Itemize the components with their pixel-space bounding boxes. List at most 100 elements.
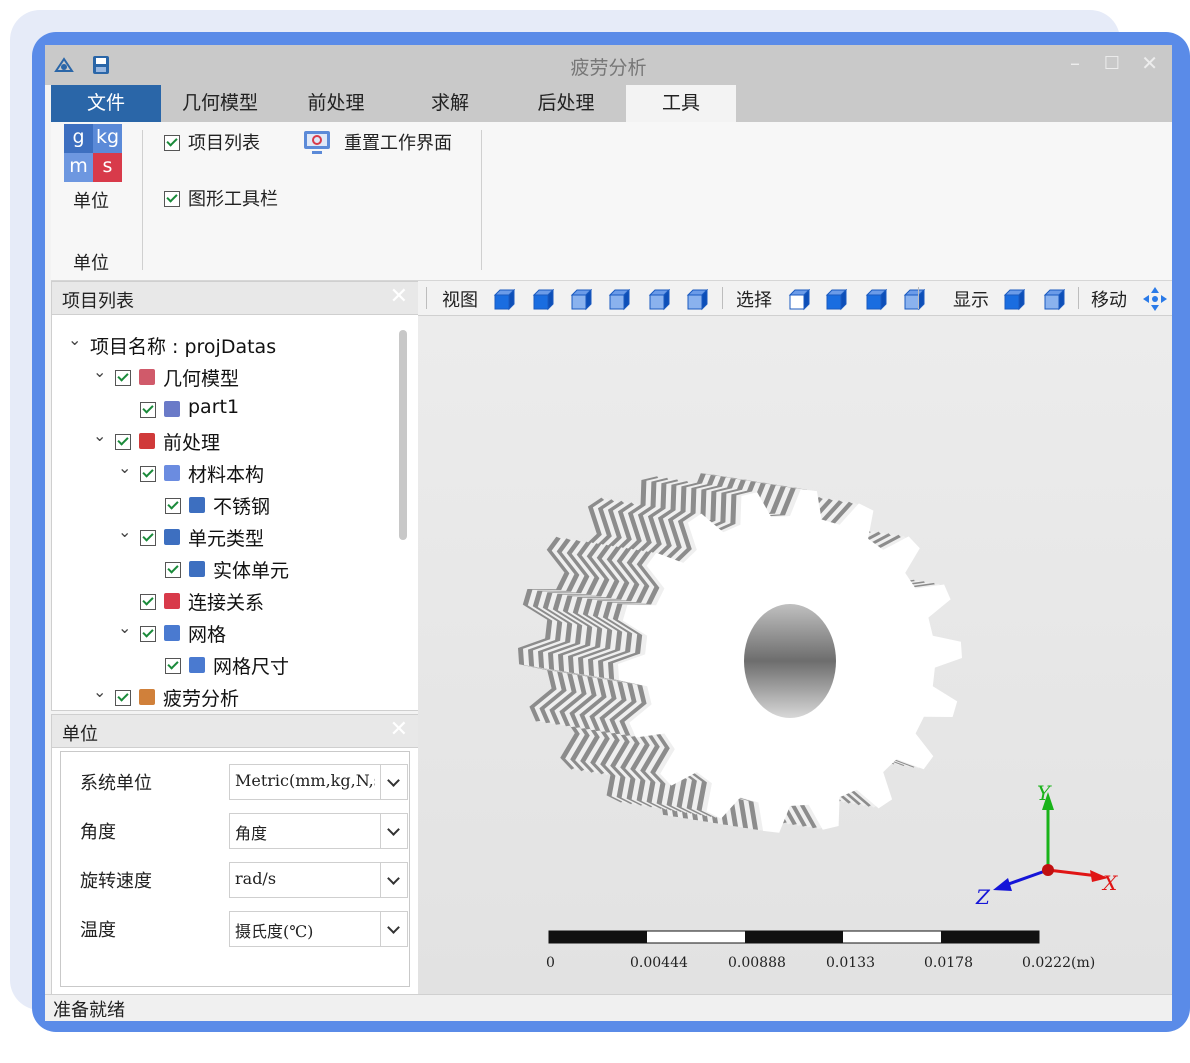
viewport-canvas: Y X Z 0 0.00444 0.00888 0.0133 0.0178 0.… bbox=[518, 473, 1118, 971]
tree-item[interactable]: 实体单元 bbox=[52, 554, 392, 584]
select-mesh-icon[interactable] bbox=[825, 289, 847, 311]
display-label: 显示 bbox=[953, 290, 989, 311]
view-left-icon[interactable] bbox=[570, 289, 592, 311]
element-type-icon bbox=[164, 529, 180, 545]
angle-units-select[interactable]: 角度 bbox=[229, 813, 408, 849]
rotation-speed-select[interactable]: rad/s bbox=[229, 862, 408, 898]
scale-bar-segment bbox=[941, 931, 1039, 943]
x-axis-label: X bbox=[1101, 871, 1118, 895]
close-panel-icon[interactable]: ✕ bbox=[390, 717, 408, 742]
graphics-toolbar-check-label[interactable]: 图形工具栏 bbox=[188, 185, 278, 211]
tree-item-checkbox[interactable] bbox=[165, 658, 181, 674]
units-button[interactable]: g kg m s bbox=[64, 124, 122, 182]
app-window: 疲劳分析 – ☐ ✕ 文件 几何模型 前处理 求解 后处理 工具 g kg m … bbox=[45, 45, 1172, 1021]
chevron-down-icon[interactable] bbox=[380, 863, 407, 897]
tree-item[interactable]: 网格尺寸 bbox=[52, 650, 392, 680]
tree-item[interactable]: 连接关系 bbox=[52, 586, 392, 616]
tree-item-checkbox[interactable] bbox=[165, 498, 181, 514]
angle-units-label: 角度 bbox=[80, 822, 116, 843]
chevron-down-icon[interactable] bbox=[380, 814, 407, 848]
reset-workspace-icon[interactable] bbox=[303, 130, 331, 156]
maximize-button[interactable]: ☐ bbox=[1104, 53, 1120, 74]
temperature-select[interactable]: 摄氏度(℃) bbox=[229, 911, 408, 947]
material-icon bbox=[164, 465, 180, 481]
view-back-icon[interactable] bbox=[532, 289, 554, 311]
tab-file[interactable]: 文件 bbox=[51, 85, 161, 122]
status-bar: 准备就绪 bbox=[45, 994, 1172, 1021]
tree-item[interactable]: ⌄ 几何模型 bbox=[52, 362, 392, 392]
tab-tools[interactable]: 工具 bbox=[626, 85, 736, 122]
tree-scrollbar[interactable] bbox=[399, 330, 407, 540]
mesh-icon bbox=[164, 625, 180, 641]
display-solid-icon[interactable] bbox=[1003, 289, 1025, 311]
tree-item-checkbox[interactable] bbox=[115, 434, 131, 450]
tree-item-checkbox[interactable] bbox=[140, 530, 156, 546]
tree-item[interactable]: ⌄ 单元类型 bbox=[52, 522, 392, 552]
expand-chevron-icon[interactable]: ⌄ bbox=[93, 682, 106, 701]
close-panel-icon[interactable]: ✕ bbox=[390, 284, 408, 309]
chevron-down-icon[interactable] bbox=[380, 765, 407, 799]
select-solid-icon[interactable] bbox=[865, 289, 887, 311]
tree-item[interactable]: ⌄ 项目名称 : projDatas bbox=[52, 330, 392, 360]
chevron-down-icon[interactable] bbox=[380, 912, 407, 946]
view-front-icon[interactable] bbox=[493, 289, 515, 311]
tree-item[interactable]: ⌄ 疲劳分析 bbox=[52, 682, 392, 712]
expand-chevron-icon[interactable]: ⌄ bbox=[68, 330, 81, 349]
expand-chevron-icon[interactable]: ⌄ bbox=[93, 362, 106, 381]
gear-bore bbox=[744, 604, 836, 718]
display-mesh-icon[interactable] bbox=[1043, 289, 1065, 311]
geometry-icon bbox=[139, 369, 155, 385]
project-list-panel: 项目列表 ✕ ⌄ 项目名称 : projDatas ⌄ 几何模型 part1 ⌄ 前处理 ⌄ 材… bbox=[51, 281, 419, 711]
tree-item[interactable]: part1 bbox=[52, 394, 392, 424]
ribbon-tabs: 文件 几何模型 前处理 求解 后处理 工具 bbox=[51, 85, 1172, 122]
graphics-viewport[interactable]: Y X Z 0 0.00444 0.00888 0.0133 0.0178 0.… bbox=[418, 316, 1172, 994]
minimize-button[interactable]: – bbox=[1070, 51, 1080, 75]
expand-chevron-icon[interactable]: ⌄ bbox=[93, 426, 106, 445]
reset-workspace-label[interactable]: 重置工作界面 bbox=[344, 129, 452, 155]
ribbon-separator bbox=[142, 130, 143, 270]
tree-item-checkbox[interactable] bbox=[140, 402, 156, 418]
scale-bar: 0 0.00444 0.00888 0.0133 0.0178 0.0222(m… bbox=[546, 930, 1095, 971]
tree-item-checkbox[interactable] bbox=[140, 466, 156, 482]
system-units-label: 系统单位 bbox=[80, 773, 152, 794]
tree-item[interactable]: ⌄ 网格 bbox=[52, 618, 392, 648]
system-units-select[interactable]: Metric(mm,kg,N,s bbox=[229, 764, 408, 800]
tree-item-checkbox[interactable] bbox=[165, 562, 181, 578]
ribbon-tools: g kg m s 单位 单位 项目列表 图形工具栏 重置工作界面 bbox=[51, 122, 1172, 281]
scale-tick-label: 0 bbox=[546, 955, 555, 971]
tree-item-checkbox[interactable] bbox=[115, 370, 131, 386]
gear-model[interactable] bbox=[518, 473, 962, 833]
expand-chevron-icon[interactable]: ⌄ bbox=[118, 618, 131, 637]
select-point-icon[interactable] bbox=[788, 289, 810, 311]
tree-item-checkbox[interactable] bbox=[115, 690, 131, 706]
units-button-label[interactable]: 单位 bbox=[73, 187, 109, 213]
move-arrows-icon[interactable] bbox=[1142, 286, 1168, 312]
expand-chevron-icon[interactable]: ⌄ bbox=[118, 522, 131, 541]
tree-item-checkbox[interactable] bbox=[140, 594, 156, 610]
view-right-icon[interactable] bbox=[608, 289, 630, 311]
tab-preprocess[interactable]: 前处理 bbox=[279, 85, 393, 122]
expand-chevron-icon[interactable]: ⌄ bbox=[118, 458, 131, 477]
solid-element-icon bbox=[189, 561, 205, 577]
view-top-icon[interactable] bbox=[648, 289, 670, 311]
select-label: 选择 bbox=[736, 290, 772, 311]
view-bottom-icon[interactable] bbox=[686, 289, 708, 311]
close-button[interactable]: ✕ bbox=[1141, 51, 1158, 75]
tree-item[interactable]: 不锈钢 bbox=[52, 490, 392, 520]
tree-item-checkbox[interactable] bbox=[140, 626, 156, 642]
select-grid-icon[interactable] bbox=[903, 289, 925, 311]
axis-origin bbox=[1042, 864, 1054, 876]
ribbon-group-label: 单位 bbox=[73, 253, 109, 274]
graphics-toolbar-checkbox[interactable] bbox=[164, 191, 180, 207]
tree-item[interactable]: ⌄ 材料本构 bbox=[52, 458, 392, 488]
tree-item-label: 项目名称 : projDatas bbox=[90, 336, 277, 358]
z-axis-arrow bbox=[993, 878, 1012, 891]
tab-solve[interactable]: 求解 bbox=[393, 85, 507, 122]
project-list-checkbox[interactable] bbox=[164, 135, 180, 151]
part-icon bbox=[164, 401, 180, 417]
z-axis-label: Z bbox=[975, 885, 991, 909]
tree-item[interactable]: ⌄ 前处理 bbox=[52, 426, 392, 456]
project-list-check-label[interactable]: 项目列表 bbox=[188, 129, 260, 155]
tab-geometry[interactable]: 几何模型 bbox=[161, 85, 279, 122]
tab-postprocess[interactable]: 后处理 bbox=[507, 85, 625, 122]
